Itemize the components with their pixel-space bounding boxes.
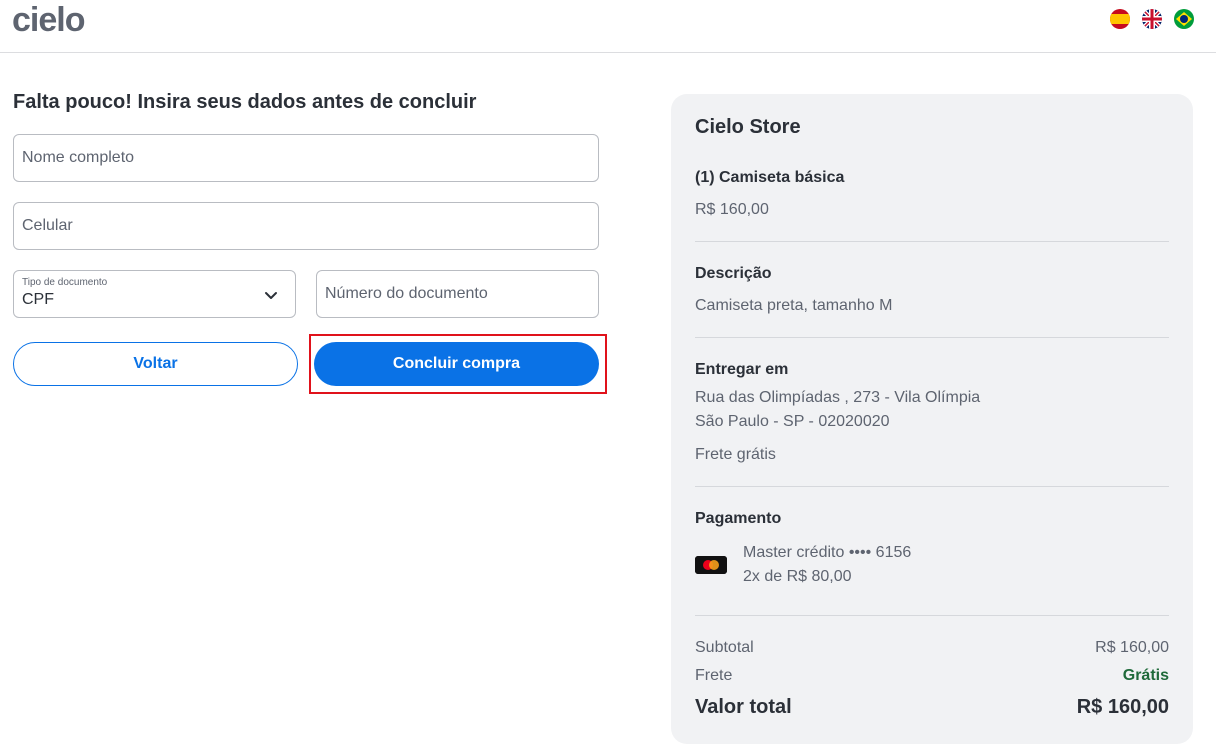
- document-number-input[interactable]: [317, 271, 598, 317]
- total-label: Valor total: [695, 696, 792, 718]
- brazil-flag-icon[interactable]: [1174, 9, 1194, 29]
- address-line-2: São Paulo - SP - 02020020: [695, 413, 890, 430]
- divider: [695, 337, 1169, 338]
- delivery-label: Entregar em: [695, 361, 789, 378]
- phone-input[interactable]: [14, 203, 598, 249]
- phone-field[interactable]: [13, 202, 599, 250]
- name-field[interactable]: [13, 134, 599, 182]
- subtotal-value: R$ 160,00: [1095, 639, 1169, 656]
- installments: 2x de R$ 80,00: [743, 568, 852, 585]
- address-line-1: Rua das Olimpíadas , 273 - Vila Olímpia: [695, 389, 981, 406]
- back-button[interactable]: Voltar: [13, 342, 298, 386]
- shipping-note: Frete grátis: [695, 446, 776, 463]
- description-text: Camiseta preta, tamanho M: [695, 297, 893, 314]
- mastercard-icon: [695, 556, 727, 574]
- cielo-logo[interactable]: cielo: [12, 0, 85, 40]
- uk-flag-icon[interactable]: [1142, 9, 1162, 29]
- top-bar: cielo: [0, 0, 1216, 53]
- order-summary-panel: Cielo Store (1) Camiseta básica R$ 160,0…: [671, 94, 1193, 744]
- form-title: Falta pouco! Insira seus dados antes de …: [13, 91, 477, 113]
- chevron-down-icon: [265, 292, 277, 299]
- document-type-value: CPF: [22, 291, 54, 308]
- item-title: (1) Camiseta básica: [695, 169, 845, 186]
- document-number-field[interactable]: [316, 270, 599, 318]
- subtotal-label: Subtotal: [695, 639, 754, 656]
- logo-text: cielo: [12, 1, 85, 39]
- freight-label: Frete: [695, 667, 733, 684]
- divider: [695, 486, 1169, 487]
- divider: [695, 615, 1169, 616]
- description-label: Descrição: [695, 265, 772, 282]
- spain-flag-icon[interactable]: [1110, 9, 1130, 29]
- card-description: Master crédito •••• 6156: [743, 544, 912, 561]
- divider: [695, 241, 1169, 242]
- freight-value: Grátis: [1122, 667, 1169, 684]
- complete-purchase-button[interactable]: Concluir compra: [314, 342, 599, 386]
- store-name: Cielo Store: [695, 116, 801, 138]
- document-type-label: Tipo de documento: [22, 277, 108, 288]
- payment-label: Pagamento: [695, 510, 782, 527]
- document-type-select[interactable]: Tipo de documento CPF: [13, 270, 296, 318]
- language-selector: [1110, 9, 1194, 29]
- name-input[interactable]: [14, 135, 598, 181]
- total-value: R$ 160,00: [1076, 696, 1169, 718]
- item-price: R$ 160,00: [695, 201, 769, 218]
